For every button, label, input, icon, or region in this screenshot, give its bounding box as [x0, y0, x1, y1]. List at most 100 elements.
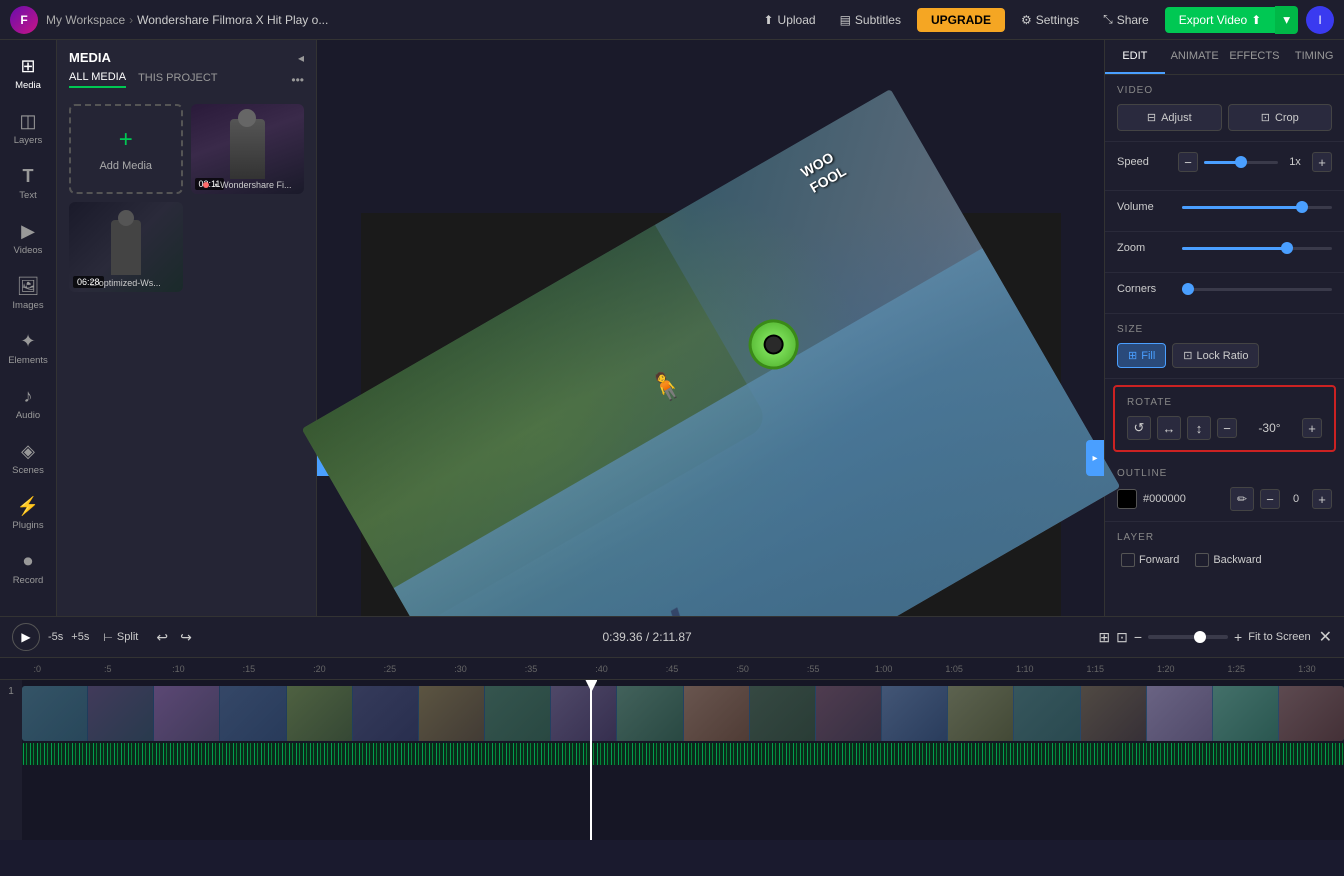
- sidebar-label-text: Text: [19, 190, 36, 201]
- ruler-marks: :0 :5 :10 :15 :20 :25 :30 :35 :40 :45 :5…: [0, 664, 1344, 674]
- media-item-1[interactable]: 02:11 • Wondershare Fi...: [191, 104, 305, 194]
- forward-button[interactable]: Forward: [1117, 551, 1183, 569]
- record-icon: ⏺: [24, 551, 33, 572]
- outline-plus[interactable]: +: [1312, 489, 1332, 509]
- tab-this-project[interactable]: THIS PROJECT: [138, 72, 217, 87]
- tab-effects[interactable]: EFFECTS: [1225, 40, 1285, 74]
- layer-buttons: Forward Backward: [1117, 551, 1332, 569]
- undo-button[interactable]: ↩: [152, 627, 172, 648]
- top-bar: F My Workspace › Wondershare Filmora X H…: [0, 0, 1344, 40]
- tab-animate[interactable]: ANIMATE: [1165, 40, 1225, 74]
- zoom-fit-button[interactable]: ⊡: [1116, 629, 1128, 646]
- close-timeline-button[interactable]: ✕: [1319, 627, 1332, 647]
- flip-v-button[interactable]: ↕: [1187, 416, 1211, 440]
- speed-thumb[interactable]: [1235, 156, 1247, 168]
- zoom-thumb[interactable]: [1281, 242, 1293, 254]
- volume-slider[interactable]: [1182, 206, 1332, 209]
- zoom-out-button[interactable]: −: [1134, 629, 1142, 645]
- breadcrumb: My Workspace › Wondershare Filmora X Hit…: [46, 13, 328, 27]
- sidebar-item-layers[interactable]: ◫ Layers: [0, 103, 56, 154]
- eye-pupil: [759, 331, 786, 358]
- sidebar-item-audio[interactable]: ♪ Audio: [0, 378, 56, 429]
- scenes-icon: ◈: [21, 441, 35, 462]
- zoom-slider-track[interactable]: [1182, 247, 1332, 250]
- sidebar-item-plugins[interactable]: ⚡ Plugins: [0, 488, 56, 539]
- project-name: Wondershare Filmora X Hit Play o...: [137, 13, 328, 27]
- settings-button[interactable]: ⚙ Settings: [1013, 9, 1087, 31]
- timeline-tracks: [22, 680, 1344, 840]
- time-plus5[interactable]: +5s: [71, 631, 89, 643]
- fit-to-screen-button[interactable]: Fit to Screen: [1248, 631, 1310, 643]
- backward-button[interactable]: Backward: [1191, 551, 1265, 569]
- zoom-slider[interactable]: [1148, 635, 1228, 639]
- tab-edit[interactable]: EDIT: [1105, 40, 1165, 74]
- media-item-2[interactable]: 06:28 □ optimized-Ws...: [69, 202, 183, 292]
- speed-plus[interactable]: +: [1312, 152, 1332, 172]
- add-media-card[interactable]: + Add Media: [69, 104, 183, 194]
- outline-color-swatch[interactable]: [1117, 489, 1137, 509]
- speed-slider[interactable]: [1204, 161, 1278, 164]
- rotate-ccw-button[interactable]: ↺: [1127, 416, 1151, 440]
- subtitles-button[interactable]: ▤ Subtitles: [832, 9, 909, 31]
- sidebar-label-media: Media: [15, 80, 41, 91]
- speed-minus[interactable]: −: [1178, 152, 1198, 172]
- sidebar-item-media[interactable]: ⊞ Media: [0, 48, 56, 99]
- media-grid: + Add Media 02:11 • Wondershare Fi...: [57, 96, 316, 300]
- share-button[interactable]: ⤡ Share: [1095, 8, 1157, 31]
- audio-icon: ♪: [24, 386, 33, 407]
- sidebar-item-scenes[interactable]: ◈ Scenes: [0, 433, 56, 484]
- tab-all-media[interactable]: ALL MEDIA: [69, 71, 126, 88]
- zoom-slider-thumb[interactable]: [1194, 631, 1206, 643]
- volume-control: Volume: [1117, 201, 1332, 213]
- timeline-body: 1: [0, 680, 1344, 840]
- zoom-in-button[interactable]: +: [1234, 629, 1242, 645]
- add-media-label: Add Media: [99, 160, 152, 172]
- sidebar-item-text[interactable]: T Text: [0, 158, 56, 209]
- workspace-link[interactable]: My Workspace: [46, 13, 125, 27]
- sidebar-item-images[interactable]: 🖼 Images: [0, 268, 56, 319]
- media-collapse-button[interactable]: ◂: [298, 51, 304, 65]
- adjust-button[interactable]: ⊟ Adjust: [1117, 104, 1222, 131]
- corners-thumb[interactable]: [1182, 283, 1194, 295]
- plugins-icon: ⚡: [17, 496, 39, 517]
- eyedropper-button[interactable]: ✏: [1230, 487, 1254, 511]
- lock-ratio-button[interactable]: ⊡ Lock Ratio: [1172, 343, 1259, 368]
- sidebar-label-elements: Elements: [8, 355, 48, 366]
- sidebar-item-record[interactable]: ⏺ Record: [0, 543, 56, 594]
- flip-h-button[interactable]: ↔: [1157, 416, 1181, 440]
- user-avatar[interactable]: I: [1306, 6, 1334, 34]
- sidebar-item-videos[interactable]: ▶ Videos: [0, 213, 56, 264]
- redo-button[interactable]: ↪: [176, 627, 196, 648]
- fill-button[interactable]: ⊞ Fill: [1117, 343, 1166, 368]
- upgrade-button[interactable]: UPGRADE: [917, 8, 1005, 32]
- images-icon: 🖼: [17, 276, 40, 297]
- crop-button[interactable]: ⊡ Crop: [1228, 104, 1333, 131]
- play-button[interactable]: ▶: [12, 623, 40, 651]
- export-button[interactable]: Export Video ⬆: [1165, 7, 1276, 33]
- time-minus5[interactable]: -5s: [48, 631, 63, 643]
- person-silhouette-2: [111, 220, 141, 275]
- tab-timing[interactable]: TIMING: [1284, 40, 1344, 74]
- outline-minus[interactable]: −: [1260, 489, 1280, 509]
- right-timeline-handle[interactable]: ▸: [1086, 440, 1104, 476]
- sidebar-item-elements[interactable]: ✦ Elements: [0, 323, 56, 374]
- graffiti-fool-text: WOOFOOL: [797, 146, 849, 197]
- rotate-plus[interactable]: +: [1302, 418, 1322, 438]
- outline-label: OUTLINE: [1117, 468, 1332, 479]
- rotate-minus[interactable]: −: [1217, 418, 1237, 438]
- app-logo: F: [10, 6, 38, 34]
- fit-scene-button[interactable]: ⊞: [1098, 629, 1110, 646]
- sidebar-label-audio: Audio: [16, 410, 40, 421]
- media-tab-more[interactable]: •••: [291, 73, 304, 87]
- forward-checkbox[interactable]: [1121, 553, 1135, 567]
- video-track[interactable]: [22, 686, 1344, 741]
- volume-thumb[interactable]: [1296, 201, 1308, 213]
- right-panel-tabs: EDIT ANIMATE EFFECTS TIMING: [1105, 40, 1344, 75]
- backward-checkbox[interactable]: [1195, 553, 1209, 567]
- upload-button[interactable]: ⬆ Upload: [755, 9, 823, 31]
- split-button[interactable]: ⊢ Split: [97, 629, 144, 646]
- corners-slider[interactable]: [1182, 288, 1332, 291]
- export-dropdown-button[interactable]: ▾: [1275, 6, 1298, 34]
- playhead[interactable]: [590, 680, 592, 840]
- outline-controls: #000000 ✏ − 0 +: [1117, 487, 1332, 511]
